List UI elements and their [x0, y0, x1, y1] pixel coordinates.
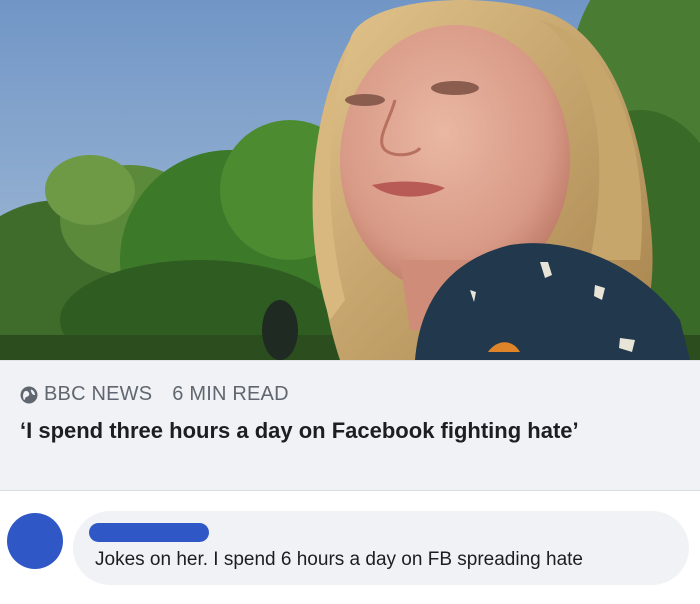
- article-headline[interactable]: ‘I spend three hours a day on Facebook f…: [20, 416, 660, 445]
- article-photo[interactable]: [0, 0, 700, 360]
- article-photo-illustration: [0, 0, 700, 360]
- redacted-author-name[interactable]: [89, 523, 209, 542]
- read-time: 6 MIN READ: [172, 383, 289, 405]
- globe-icon: [20, 386, 38, 404]
- link-source-line: BBC NEWS 6 MIN READ: [20, 383, 289, 406]
- comment-text: Jokes on her. I spend 6 hours a day on F…: [95, 549, 583, 570]
- comment-bubble: Jokes on her. I spend 6 hours a day on F…: [73, 511, 689, 585]
- link-source: BBC NEWS: [44, 383, 153, 405]
- link-preview-card[interactable]: BBC NEWS 6 MIN READ ‘I spend three hours…: [0, 360, 700, 491]
- avatar[interactable]: [7, 513, 63, 569]
- comment: Jokes on her. I spend 6 hours a day on F…: [0, 491, 700, 604]
